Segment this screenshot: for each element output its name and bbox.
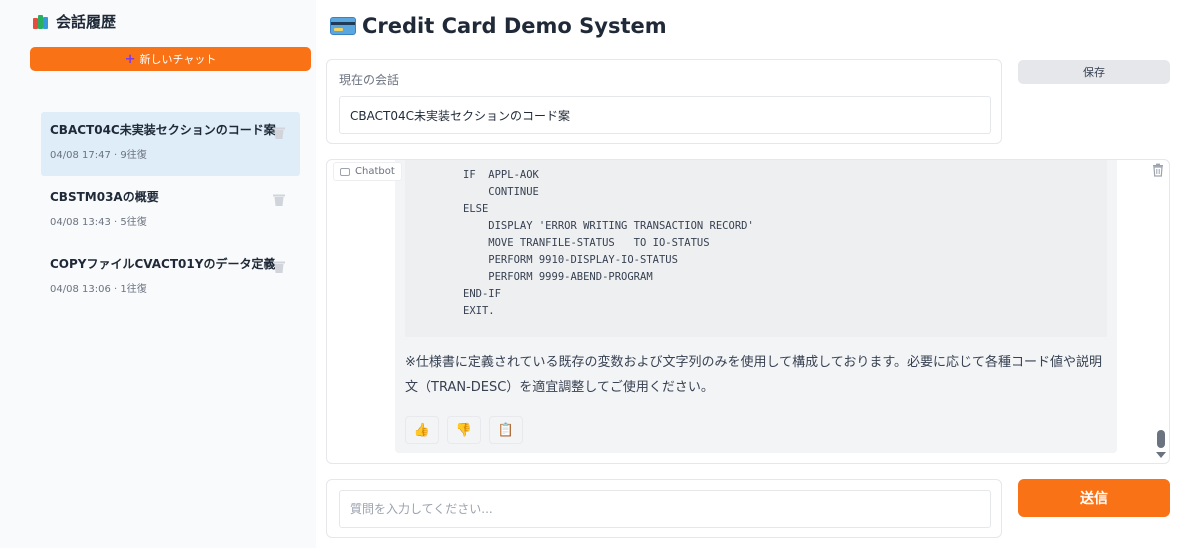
current-conversation-field[interactable]: CBACT04C未実装セクションのコード案 [339,96,991,134]
question-input-box [326,479,1002,538]
message-actions: 👍 👎 📋 [405,416,523,444]
new-chat-label: 新しいチャット [139,53,217,66]
sidebar: 会話履歴 + 新しいチャット CBACT04C未実装セクションのコード案 04/… [0,0,316,548]
conversation-title: CBACT04C未実装セクションのコード案 [50,123,276,137]
page-title: Credit Card Demo System [362,14,667,38]
sidebar-title: 会話履歴 [32,11,116,32]
chat-bubble-icon [340,167,350,176]
conversation-item[interactable]: CBACT04C未実装セクションのコード案 04/08 17:47 · 9往復 [41,112,300,176]
message-text: ※仕様書に定義されている既存の変数および文字列のみを使用して構成しております。必… [405,355,1103,395]
new-chat-button[interactable]: + 新しいチャット [30,47,311,71]
send-button[interactable]: 送信 [1018,479,1170,517]
dislike-button[interactable]: 👎 [447,416,481,444]
conversation-title: COPYファイルCVACT01Yのデータ定義 [50,257,276,271]
chatbot-label-text: Chatbot [355,166,395,177]
scrollbar-thumb[interactable] [1157,430,1165,448]
thumbs-up-icon: 👍 [413,422,431,438]
conversation-meta: 04/08 13:43 · 5往復 [50,217,147,228]
copy-button[interactable]: 📋 [489,416,523,444]
trash-icon[interactable] [272,126,286,140]
bot-message: IF APPL-AOK CONTINUE ELSE DISPLAY 'ERROR… [395,160,1117,453]
current-conversation-box: 現在の会話 CBACT04C未実装セクションのコード案 [326,59,1002,144]
code-block: IF APPL-AOK CONTINUE ELSE DISPLAY 'ERROR… [405,160,1107,337]
scroll-down-arrow-icon[interactable] [1156,452,1166,458]
conversation-title: CBSTM03Aの概要 [50,190,159,204]
conversation-list: CBACT04C未実装セクションのコード案 04/08 17:47 · 9往復 … [41,112,300,313]
save-button[interactable]: 保存 [1018,60,1170,84]
conversation-item[interactable]: CBSTM03Aの概要 04/08 13:43 · 5往復 [41,179,300,243]
question-input[interactable] [339,490,991,528]
current-conversation-label: 現在の会話 [339,73,400,87]
trash-icon[interactable] [272,193,286,207]
trash-icon[interactable] [272,260,286,274]
chatbot-label: Chatbot [333,162,402,181]
page-header: Credit Card Demo System [330,14,667,38]
like-button[interactable]: 👍 [405,416,439,444]
conversation-meta: 04/08 17:47 · 9往復 [50,150,147,161]
clear-chat-icon[interactable] [1151,163,1165,177]
credit-card-icon [330,17,356,35]
books-icon [32,14,50,30]
clipboard-icon: 📋 [497,422,515,438]
conversation-item[interactable]: COPYファイルCVACT01Yのデータ定義 04/08 13:06 · 1往復 [41,246,300,310]
plus-icon: + [124,51,136,67]
chatbot-panel: Chatbot IF APPL-AOK CONTINUE ELSE DISPLA… [326,159,1170,464]
conversation-meta: 04/08 13:06 · 1往復 [50,284,147,295]
thumbs-down-icon: 👎 [455,422,473,438]
sidebar-title-text: 会話履歴 [56,13,117,31]
